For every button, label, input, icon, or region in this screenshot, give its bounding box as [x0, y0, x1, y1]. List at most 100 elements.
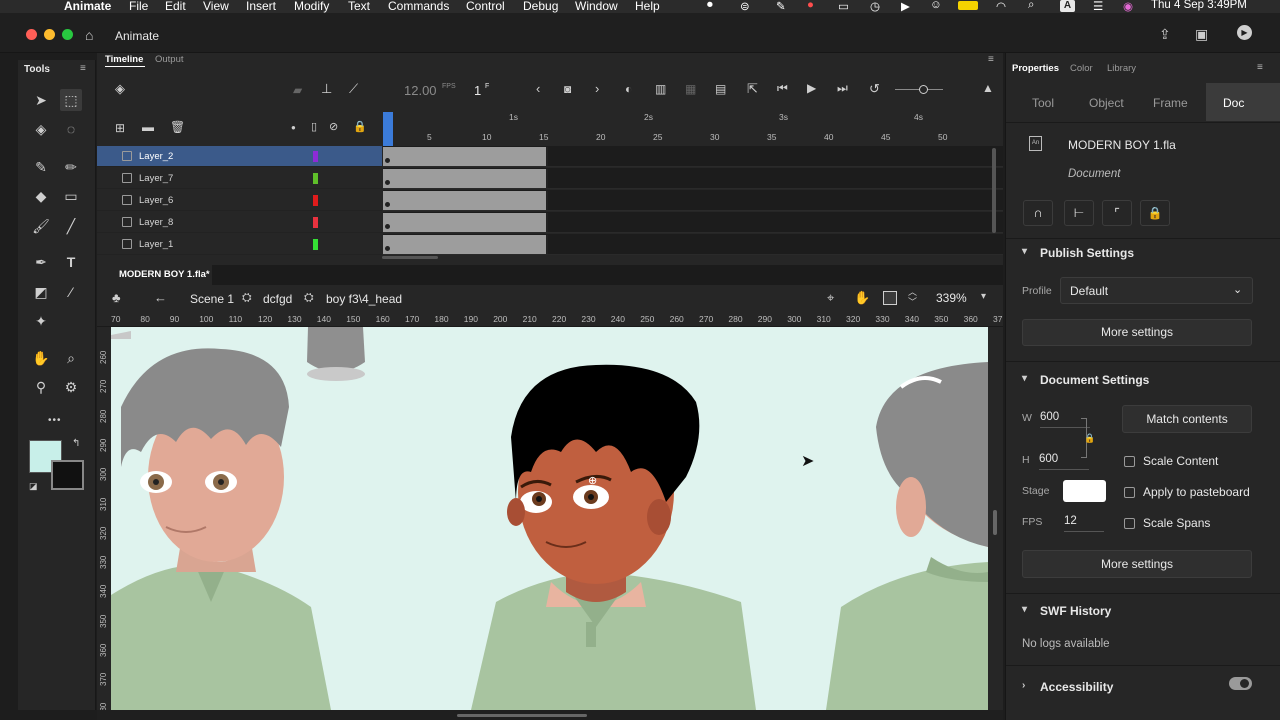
- layer-row[interactable]: Layer_6: [97, 190, 382, 211]
- close-window-button[interactable]: [26, 29, 37, 40]
- frame-span[interactable]: [383, 147, 548, 166]
- wifi-icon[interactable]: ◠: [996, 0, 1006, 13]
- test-movie-icon[interactable]: ▶: [1237, 25, 1252, 40]
- record-icon[interactable]: ⏺: [707, 0, 713, 12]
- breadcrumb-symbol-2[interactable]: boy f3\4_head: [326, 292, 402, 306]
- line-tool-icon[interactable]: ╱: [60, 215, 82, 237]
- step-back-icon[interactable]: ⏮: [777, 81, 788, 96]
- maximize-window-button[interactable]: [62, 29, 73, 40]
- layer-color-swatch[interactable]: [313, 151, 318, 162]
- lasso-tool-icon[interactable]: ◌: [60, 118, 82, 140]
- hand-tool-icon[interactable]: ✋: [30, 347, 52, 369]
- layer-name[interactable]: Layer_7: [139, 173, 173, 184]
- fit-timeline-icon[interactable]: ▲: [982, 81, 994, 95]
- fps-field[interactable]: 12: [1064, 515, 1077, 527]
- subtab-object[interactable]: Object: [1089, 96, 1124, 110]
- menu-clock[interactable]: Thu 4 Sep 3:49PM: [1151, 0, 1247, 11]
- menu-control[interactable]: Control: [466, 0, 505, 13]
- layer-row[interactable]: Layer_1: [97, 234, 382, 255]
- center-stage-icon[interactable]: ⌖: [827, 290, 834, 306]
- insert-classic-tween-icon[interactable]: ▤: [715, 82, 726, 96]
- siri-icon[interactable]: ◉: [1123, 0, 1133, 13]
- edit-symbols-icon[interactable]: ♣: [112, 290, 121, 305]
- lock-layer-icon[interactable]: 🔒: [353, 120, 367, 133]
- zoom-tool-icon[interactable]: ⌕: [60, 347, 82, 369]
- play-icon[interactable]: ▶: [807, 81, 816, 95]
- accessibility-toggle[interactable]: [1229, 677, 1252, 690]
- apply-to-pasteboard-checkbox[interactable]: [1124, 487, 1135, 498]
- zoom-stepper-icon[interactable]: ︿ ﹀: [908, 287, 917, 307]
- menu-commands[interactable]: Commands: [388, 0, 449, 13]
- frame-span[interactable]: [383, 169, 548, 188]
- layer-name[interactable]: Layer_1: [139, 239, 173, 250]
- eraser-tool-icon[interactable]: ◆: [30, 185, 52, 207]
- layer-name[interactable]: Layer_6: [139, 195, 173, 206]
- timeline-vertical-scrollbar[interactable]: [992, 148, 996, 233]
- outline-layer-icon[interactable]: ▯: [311, 120, 317, 133]
- edit-multiple-frames-icon[interactable]: ▥: [655, 82, 666, 96]
- stage-horizontal-scrollbar[interactable]: [97, 710, 1003, 720]
- profile-select[interactable]: Default ⌄: [1060, 277, 1253, 304]
- screen-share-icon[interactable]: ⊜: [740, 0, 750, 13]
- highlight-layer-icon[interactable]: ●: [291, 123, 296, 132]
- rulers-icon[interactable]: ⌜: [1102, 200, 1132, 226]
- scale-spans-checkbox[interactable]: [1124, 518, 1135, 529]
- tab-output[interactable]: Output: [155, 54, 184, 65]
- free-transform-tool-icon[interactable]: ⬚: [60, 89, 82, 111]
- battery-icon[interactable]: [958, 1, 978, 10]
- new-folder-icon[interactable]: ▬: [142, 120, 154, 134]
- keyframe[interactable]: [385, 202, 390, 207]
- stage-canvas[interactable]: ⊕ ➤: [111, 327, 988, 710]
- match-contents-button[interactable]: Match contents: [1122, 405, 1252, 433]
- menu-text[interactable]: Text: [348, 0, 370, 13]
- camera-icon[interactable]: ▰: [293, 83, 302, 97]
- zoom-level[interactable]: 339%: [936, 291, 967, 305]
- chevron-down-icon[interactable]: ▾: [1022, 373, 1027, 384]
- brush-tool-icon[interactable]: ✎: [30, 156, 52, 178]
- selection-tool-icon[interactable]: ➤: [30, 89, 52, 111]
- keyframe[interactable]: [385, 158, 390, 163]
- input-source-badge[interactable]: A: [1060, 0, 1075, 12]
- keyframe[interactable]: [385, 246, 390, 251]
- breadcrumb-scene[interactable]: Scene 1: [190, 292, 234, 306]
- control-center-icon[interactable]: ☰: [1093, 0, 1103, 13]
- playhead[interactable]: [383, 112, 393, 146]
- menu-file[interactable]: File: [129, 0, 148, 13]
- chevron-right-icon[interactable]: ›: [1022, 680, 1025, 691]
- layer-color-swatch[interactable]: [313, 239, 318, 250]
- menu-modify[interactable]: Modify: [294, 0, 329, 13]
- menu-app-name[interactable]: Animate: [64, 0, 111, 13]
- hide-layer-icon[interactable]: ⊘: [329, 120, 338, 133]
- back-arrow-icon[interactable]: ←: [154, 290, 167, 305]
- lock-guides-icon[interactable]: 🔒: [1140, 200, 1170, 226]
- workspace-icon[interactable]: ▣: [1195, 26, 1208, 43]
- new-layer-icon[interactable]: ⊞: [115, 121, 125, 135]
- delete-layer-icon[interactable]: 🗑: [170, 120, 185, 134]
- home-icon[interactable]: ⌂: [85, 27, 93, 43]
- layer-color-swatch[interactable]: [313, 173, 318, 184]
- tab-color[interactable]: Color: [1070, 63, 1093, 74]
- tab-library[interactable]: Library: [1107, 63, 1136, 74]
- paint-bucket-tool-icon[interactable]: ◩: [30, 281, 52, 303]
- scale-content-checkbox[interactable]: [1124, 456, 1135, 467]
- properties-menu-icon[interactable]: ≡: [1257, 62, 1263, 73]
- frame-ruler[interactable]: 1s 2s 3s 4s 5 10 15 20 25 30 35 40 45 50: [383, 109, 1003, 146]
- keyframe[interactable]: [385, 224, 390, 229]
- default-colors-icon[interactable]: ◪: [29, 481, 38, 492]
- layer-row[interactable]: Layer_8: [97, 212, 382, 233]
- transform-point-icon[interactable]: ⊕: [588, 474, 597, 487]
- layer-name[interactable]: Layer_2: [139, 151, 173, 162]
- insert-keyframe-icon[interactable]: ◙: [564, 82, 571, 96]
- paint-icon[interactable]: ✎: [776, 0, 786, 13]
- snap-icon[interactable]: ∩: [1023, 200, 1053, 226]
- timeline-horizontal-scrollbar[interactable]: [382, 256, 438, 259]
- breadcrumb-symbol-1[interactable]: dcfgd: [263, 292, 292, 306]
- eyedropper-tool-icon[interactable]: ⁄: [60, 281, 82, 303]
- frame-row[interactable]: [383, 234, 1003, 255]
- time-machine-icon[interactable]: ◷: [870, 0, 880, 13]
- frame-span[interactable]: [383, 213, 548, 232]
- bone-tool-icon[interactable]: ⚲: [30, 376, 52, 398]
- rectangle-tool-icon[interactable]: ▭: [60, 185, 82, 207]
- step-forward-icon[interactable]: ⏭: [837, 81, 848, 96]
- spotlight-search-icon[interactable]: ⌕: [1028, 0, 1034, 12]
